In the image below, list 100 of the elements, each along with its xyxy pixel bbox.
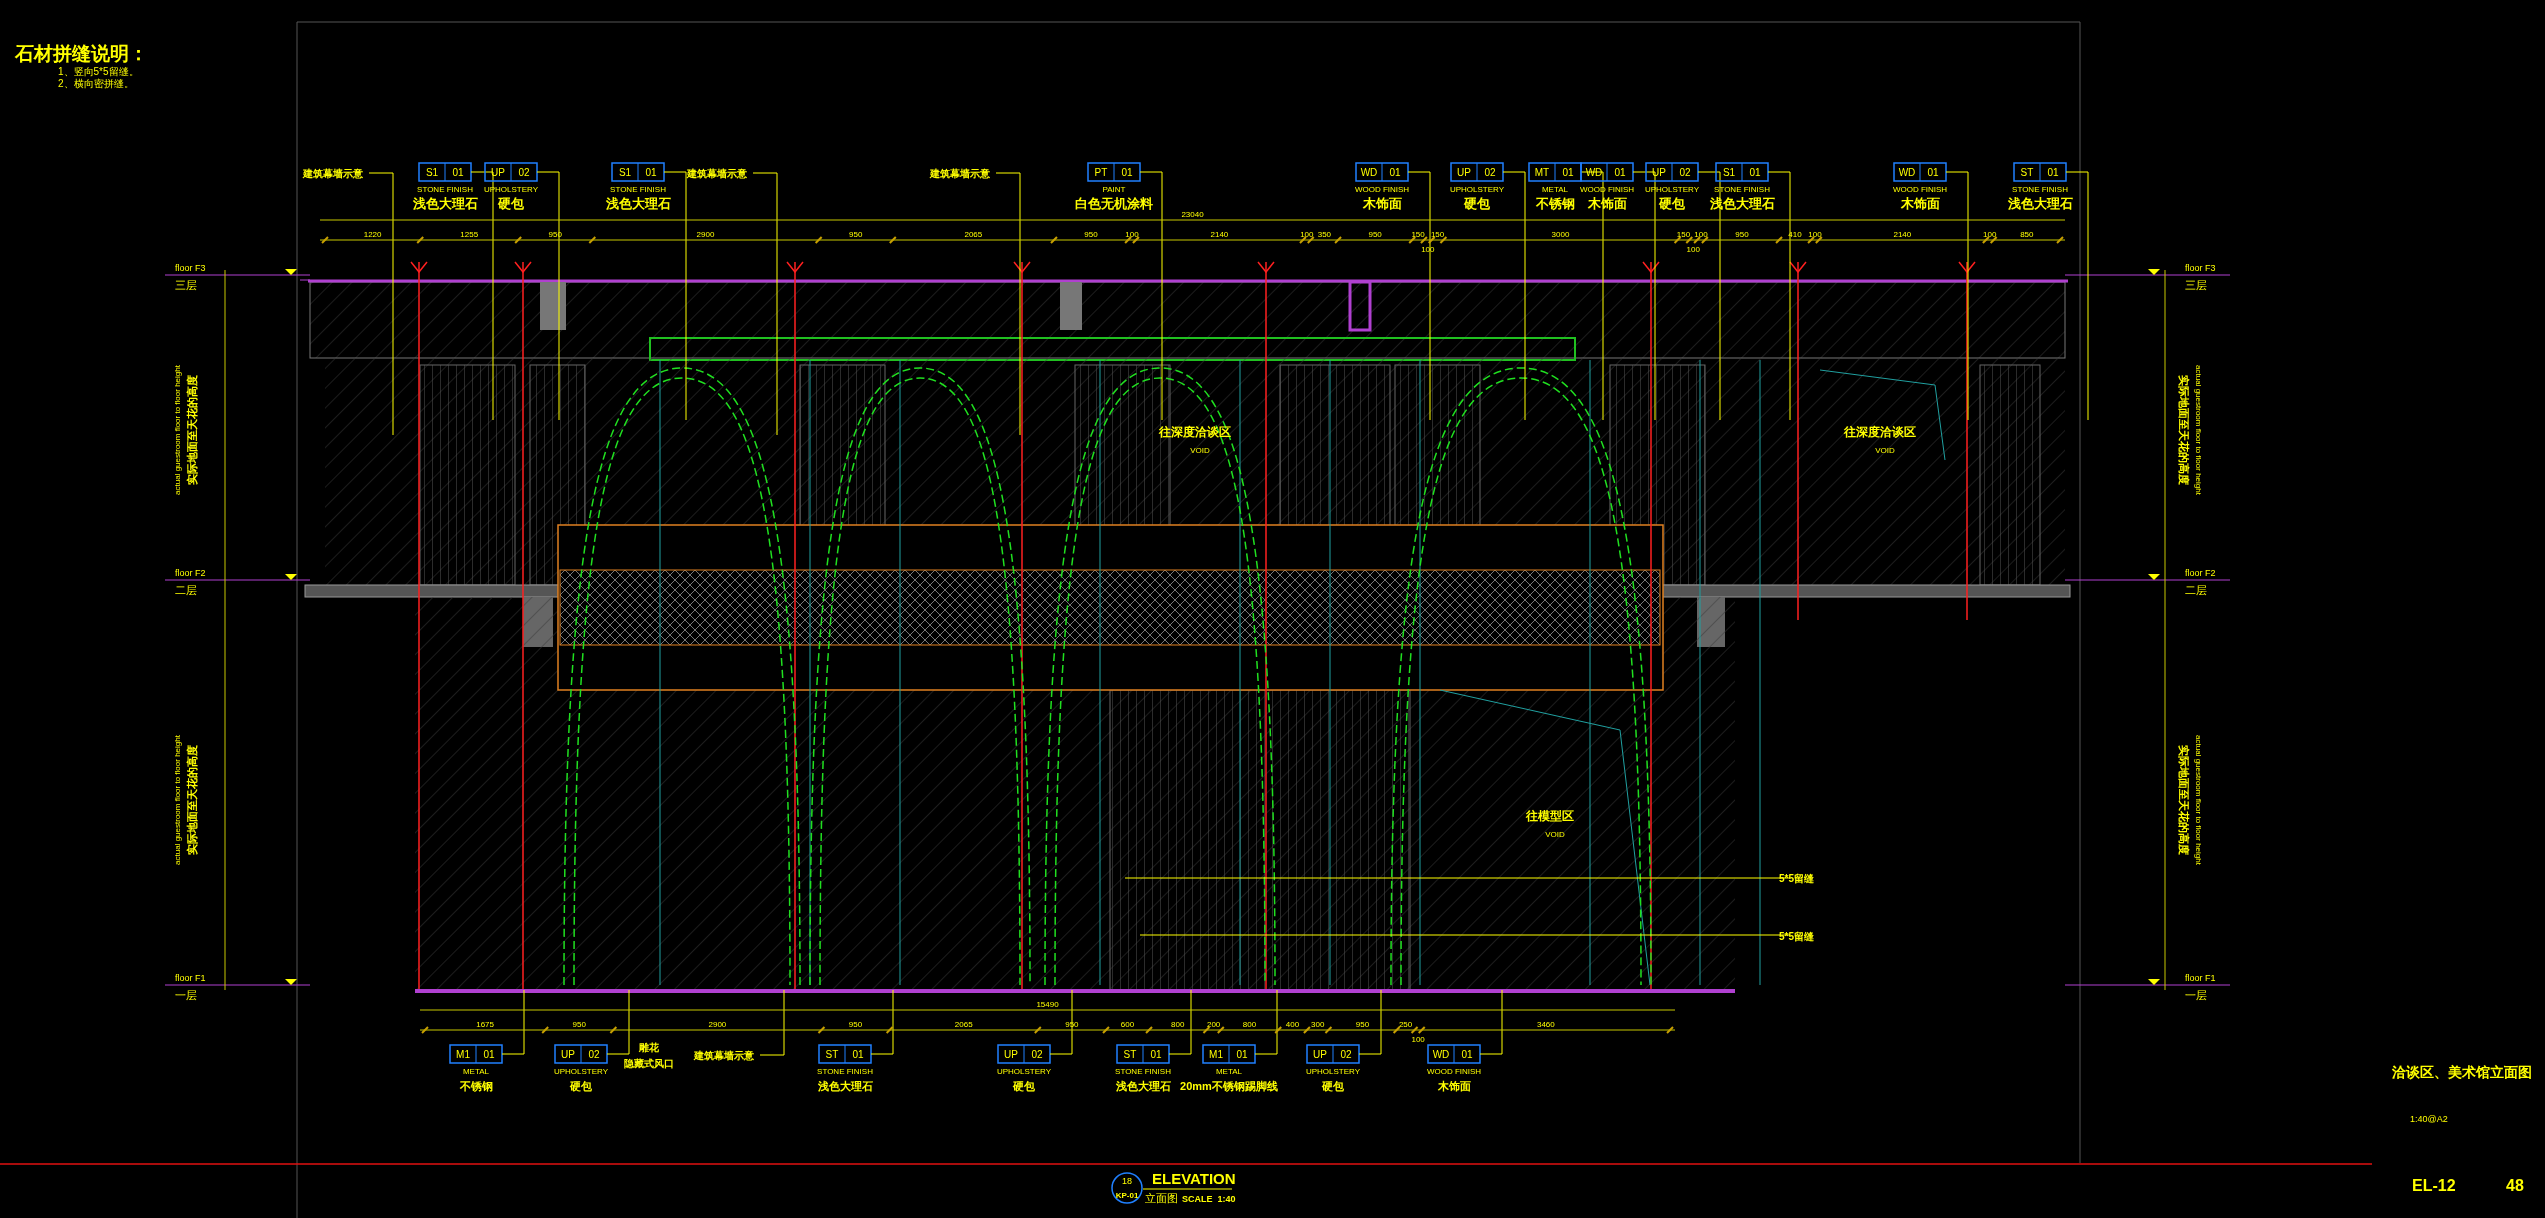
material-category: STONE FINISH [1115, 1067, 1171, 1076]
dimension-value: 950 [572, 1020, 586, 1029]
dimension-value: 350 [1317, 230, 1332, 239]
dimension-value: 300 [1311, 1020, 1325, 1029]
material-category: WOOD FINISH [1892, 185, 1948, 194]
height-note: 实际地面至天花的高度 [2178, 745, 2190, 855]
level-label: floor F1 [175, 973, 206, 983]
sheet-number: EL-12 [2412, 1177, 2456, 1194]
tag-code: WD [1360, 167, 1378, 178]
dimension-value: 100 [1983, 230, 1997, 239]
tag-number: 01 [1562, 167, 1574, 178]
dimension-value: 2140 [1210, 230, 1229, 239]
tag-number: 01 [1461, 1049, 1473, 1060]
material-category: UPHOLSTERY [483, 185, 539, 194]
area-label: 往深度洽谈区 [1844, 425, 1916, 439]
material-label: 20mm不锈钢踢脚线 [1180, 1080, 1278, 1092]
dimension-value: 100 [1421, 245, 1435, 254]
material-category: WOOD FINISH [1426, 1067, 1482, 1076]
height-note: 实际地面至天花的高度 [186, 375, 198, 485]
sheet-reference: KP-01 [1115, 1191, 1139, 1200]
material-category: STONE FINISH [1714, 185, 1770, 194]
dimension-value: 2140 [1893, 230, 1912, 239]
height-note: 实际地面至天花的高度 [186, 745, 198, 855]
tag-number: 02 [518, 167, 530, 178]
callout-label: 隐藏式风口 [624, 1058, 674, 1069]
material-category: UPHOLSTERY [996, 1067, 1052, 1076]
callout-label: 雕花 [639, 1042, 659, 1053]
tag-number: 01 [2047, 167, 2059, 178]
material-label: 浅色大理石 [412, 196, 478, 211]
callout-label: 建筑幕墙示意 [930, 168, 990, 179]
tag-number: 01 [1614, 167, 1626, 178]
dimension-value: 100 [1686, 245, 1700, 254]
dimension-value: 950 [1355, 1020, 1370, 1029]
dimension-value: 950 [848, 1020, 863, 1029]
dimension-value: 150 [1430, 230, 1445, 239]
tag-number: 01 [452, 167, 464, 178]
tag-number: 02 [1340, 1049, 1352, 1060]
callout-label: 建筑幕墙示意 [694, 1050, 754, 1061]
material-label: 浅色大理石 [1115, 1080, 1171, 1092]
tag-code: S1 [618, 167, 632, 178]
level-name: 二层 [2185, 584, 2207, 596]
material-category: STONE FINISH [817, 1067, 873, 1076]
level-label: floor F1 [2185, 973, 2216, 983]
tag-code: UP [1313, 1049, 1327, 1060]
level-label: floor F3 [175, 263, 206, 273]
material-label: 白色无机涂料 [1075, 196, 1153, 211]
dimension-value: 400 [1285, 1020, 1300, 1029]
area-note: VOID [1875, 446, 1895, 455]
dimension-value: 2065 [954, 1020, 973, 1029]
tag-code: ST [2020, 167, 2034, 178]
height-note: actual guestroom floor to floor height [2194, 735, 2203, 865]
tag-number: 01 [645, 167, 657, 178]
tag-number: 01 [1150, 1049, 1162, 1060]
height-note: actual guestroom floor to floor height [2194, 365, 2203, 495]
dimension-value: 950 [1084, 230, 1098, 239]
material-label: 硬包 [498, 196, 524, 211]
detail-number: 18 [1122, 1176, 1132, 1186]
material-label: 硬包 [570, 1080, 592, 1092]
material-label: 浅色大理石 [817, 1080, 873, 1092]
height-note: actual guestroom floor to floor height [173, 365, 182, 495]
notes-title: 石材拼缝说明： [15, 43, 148, 64]
material-label: 木饰面 [1900, 196, 1940, 211]
dimension-value: 1255 [460, 230, 479, 239]
dimension-value: 15490 [1036, 1000, 1059, 1009]
material-label: 浅色大理石 [2007, 196, 2073, 211]
scale-label: 1:40@A2 [2410, 1114, 2448, 1124]
material-category: UPHOLSTERY [1644, 185, 1700, 194]
tag-code: UP [1652, 167, 1666, 178]
tag-code: UP [1004, 1049, 1018, 1060]
callout-label: 建筑幕墙示意 [687, 168, 747, 179]
dimension-value: 3460 [1536, 1020, 1555, 1029]
material-category: STONE FINISH [417, 185, 473, 194]
tag-number: 01 [1121, 167, 1133, 178]
material-category: METAL [1541, 185, 1569, 194]
drawing-name: 洽谈区、美术馆立面图 [2392, 1064, 2532, 1080]
dimension-value: 850 [2020, 230, 2034, 239]
dimension-value: 950 [1735, 230, 1749, 239]
callout-label: 建筑幕墙示意 [303, 168, 363, 179]
material-label: 硬包 [1659, 196, 1685, 211]
tag-code: WD [1898, 167, 1916, 178]
tag-number: 01 [1236, 1049, 1248, 1060]
material-category: PAINT [1102, 185, 1126, 194]
joint-label: 5*5留缝 [1779, 931, 1814, 942]
level-name: 一层 [175, 989, 197, 1001]
tag-code: UP [561, 1049, 575, 1060]
dimension-value: 250 [1398, 1020, 1413, 1029]
note-text: 2、横向密拼缝。 [58, 78, 134, 89]
material-label: 木饰面 [1362, 196, 1402, 211]
dimension-value: 800 [1242, 1020, 1257, 1029]
dimension-value: 100 [1808, 230, 1822, 239]
dimension-value: 600 [1120, 1020, 1135, 1029]
tag-code: PT [1094, 167, 1108, 178]
tag-number: 01 [1389, 167, 1401, 178]
tag-number: 01 [852, 1049, 864, 1060]
dimension-value: 100 [1694, 230, 1708, 239]
area-label: 往模型区 [1526, 809, 1574, 823]
area-note: VOID [1545, 830, 1565, 839]
material-label: 不锈钢 [1535, 196, 1575, 211]
material-category: STONE FINISH [2012, 185, 2068, 194]
material-category: STONE FINISH [610, 185, 666, 194]
